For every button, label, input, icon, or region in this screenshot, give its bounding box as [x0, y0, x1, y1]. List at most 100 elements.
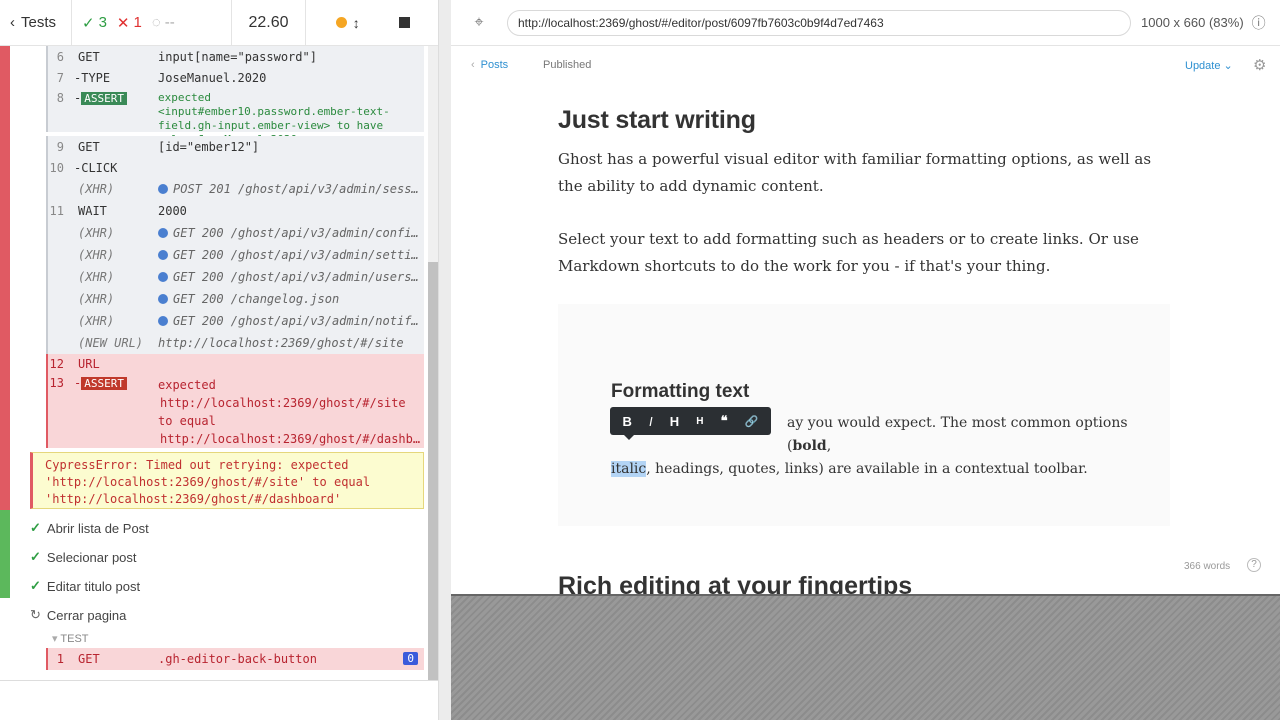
- info-icon[interactable]: ⓘ: [1252, 13, 1266, 33]
- check-icon: ✓: [30, 520, 41, 535]
- cmd-num: 6: [56, 50, 64, 64]
- assert-word: expected: [158, 91, 211, 104]
- command-row[interactable]: 1 GET .gh-editor-back-button 0: [46, 648, 424, 670]
- pending-count: --: [164, 14, 175, 31]
- reporter-footer: [0, 680, 438, 720]
- section-label: TEST: [60, 633, 89, 645]
- test-item[interactable]: ✓ Selecionar post: [30, 549, 137, 565]
- cmd-msg: GET 200 /ghost/api/v3/admin/notif…: [158, 314, 424, 328]
- assert-word: expected: [158, 378, 216, 392]
- chevron-left-icon: ‹: [471, 59, 475, 71]
- cypress-runner: ‹ Tests ✓ 3 ✕ 1 ◌ -- 22.60 ↕ 6 GET input…: [0, 0, 1280, 720]
- command-row[interactable]: 12 URL: [46, 354, 424, 374]
- card-text: , headings, quotes, links) are available…: [646, 461, 1088, 477]
- running-dot-icon: [335, 17, 347, 28]
- cmd-msg: JoseManuel.2020: [158, 71, 267, 85]
- test-title: Abrir lista de Post: [46, 520, 149, 536]
- cmd-num: 9: [56, 140, 64, 154]
- url-bar[interactable]: http://localhost:2369/ghost/#/editor/pos…: [507, 9, 1131, 36]
- assert-badge: ASSERT: [81, 377, 127, 390]
- viewport-size: 1000 x 660: [1141, 15, 1206, 30]
- cmd-name: (XHR): [78, 182, 115, 196]
- autoscroll-toggle[interactable]: ↕: [335, 15, 360, 31]
- link-icon[interactable]: 🔗: [745, 415, 759, 428]
- reporter-panel: ‹ Tests ✓ 3 ✕ 1 ◌ -- 22.60 ↕ 6 GET input…: [0, 0, 440, 720]
- cmd-msg: GET 200 /ghost/api/v3/admin/confi…: [158, 226, 424, 240]
- quote-icon[interactable]: ❝: [721, 413, 728, 429]
- xhr-dot-icon: [158, 294, 168, 304]
- card-line-2: italic, headings, quotes, links) are ava…: [611, 458, 1151, 481]
- subheading-icon[interactable]: H: [696, 416, 703, 427]
- cmd-name: - ASSERT: [68, 376, 158, 448]
- selector-playground-icon[interactable]: ⌖: [451, 14, 507, 32]
- cmd-num: 7: [56, 71, 64, 85]
- heading-icon[interactable]: H: [670, 414, 679, 429]
- fail-indicator: [0, 46, 10, 510]
- paragraph[interactable]: Ghost has a powerful visual editor with …: [558, 146, 1178, 200]
- aut-header: ⌖ http://localhost:2369/ghost/#/editor/p…: [451, 0, 1280, 46]
- viewport-background: [451, 594, 1280, 720]
- xhr-row[interactable]: (XHR) POST 201 /ghost/api/v3/admin/sess…: [46, 178, 424, 200]
- tests-button[interactable]: ‹ Tests: [0, 0, 72, 46]
- xhr-text: POST 201 /ghost/api/v3/admin/sess…: [173, 182, 419, 196]
- command-row[interactable]: 9 GET [id="ember12"]: [46, 136, 424, 158]
- xhr-row[interactable]: (XHR) GET 200 /ghost/api/v3/admin/users…: [46, 266, 424, 288]
- passed-count: 3: [98, 14, 107, 31]
- assert-subject: http://localhost:2369/ghost/#/site: [160, 396, 406, 410]
- command-row[interactable]: 6 GET input[name="password"]: [46, 46, 424, 68]
- viewport-info[interactable]: 1000 x 660 (83%): [1141, 15, 1244, 30]
- cmd-msg: GET 200 /changelog.json: [158, 292, 424, 306]
- chevron-down-icon: ⌄: [1223, 60, 1233, 72]
- help-icon[interactable]: ?: [1247, 558, 1261, 572]
- refresh-icon: ↻: [30, 607, 41, 622]
- check-icon: ✓: [30, 549, 41, 564]
- cmd-name: - ASSERT: [68, 91, 158, 132]
- settings-gear-icon[interactable]: ⚙: [1253, 56, 1266, 74]
- test-section-header[interactable]: ▾ TEST: [52, 632, 89, 645]
- card-text: ay you would expect. The most common opt…: [787, 415, 1128, 454]
- xhr-text: GET 200 /ghost/api/v3/admin/notif…: [173, 314, 419, 328]
- posts-label: Posts: [480, 59, 509, 71]
- back-to-posts-link[interactable]: ‹ Posts: [471, 59, 508, 71]
- command-row[interactable]: 7 -TYPE JoseManuel.2020: [46, 68, 424, 88]
- xhr-row[interactable]: (XHR) GET 200 /ghost/api/v3/admin/notif…: [46, 310, 424, 332]
- formatting-toolbar: B I H H ❝ 🔗: [610, 407, 771, 440]
- xhr-text: GET 200 /ghost/api/v3/admin/confi…: [173, 226, 419, 240]
- stop-icon[interactable]: [399, 17, 411, 28]
- update-button[interactable]: Update ⌄: [1185, 59, 1233, 72]
- error-line: CypressError: Timed out retrying: expect…: [45, 458, 349, 472]
- cmd-name: (XHR): [78, 292, 115, 306]
- command-row[interactable]: 10 -CLICK: [46, 158, 424, 178]
- xhr-row[interactable]: (XHR) GET 200 /ghost/api/v3/admin/confi…: [46, 222, 424, 244]
- panel-resizer[interactable]: [438, 0, 451, 720]
- assert-verb: to equal: [158, 414, 216, 428]
- command-row[interactable]: 13 - ASSERT expected http://localhost:236…: [46, 374, 424, 448]
- cmd-msg: expected http://localhost:2369/ghost/#/s…: [158, 376, 424, 448]
- scrollbar-thumb[interactable]: [428, 262, 438, 680]
- cmd-msg: input[name="password"]: [158, 50, 317, 64]
- xhr-row[interactable]: (XHR) GET 200 /ghost/api/v3/admin/setti…: [46, 244, 424, 266]
- cmd-name: (XHR): [78, 226, 115, 240]
- italic-icon[interactable]: I: [649, 414, 653, 429]
- paragraph[interactable]: Select your text to add formatting such …: [558, 226, 1178, 280]
- bold-icon[interactable]: B: [623, 414, 632, 429]
- cmd-msg: [id="ember12"]: [158, 140, 260, 154]
- test-item[interactable]: ↻ Cerrar pagina: [30, 607, 126, 623]
- scrollbar[interactable]: [428, 46, 438, 680]
- error-line: 'http://localhost:2369/ghost/#/site' to …: [45, 475, 371, 489]
- xhr-text: GET 200 /ghost/api/v3/admin/users…: [173, 270, 419, 284]
- card-heading[interactable]: Formatting text: [611, 381, 749, 403]
- pass-indicator: [0, 510, 10, 598]
- section-heading[interactable]: Rich editing at your fingertips: [558, 572, 912, 594]
- xhr-row[interactable]: (XHR) GET 200 /changelog.json: [46, 288, 424, 310]
- card-text: ,: [826, 438, 832, 454]
- command-row[interactable]: 8 - ASSERT expected <input#ember10.passwo…: [46, 88, 424, 146]
- command-row[interactable]: 11 WAIT 2000: [46, 200, 424, 222]
- assert-badge: ASSERT: [81, 92, 127, 105]
- test-item[interactable]: ✓ Editar titulo post: [30, 578, 140, 594]
- post-heading[interactable]: Just start writing: [558, 106, 756, 135]
- test-item[interactable]: ✓ Abrir lista de Post: [30, 520, 149, 536]
- error-message[interactable]: CypressError: Timed out retrying: expect…: [30, 452, 424, 509]
- app-iframe: ‹ Posts Published Update ⌄ ⚙ Just start …: [451, 46, 1280, 594]
- new-url-row[interactable]: (NEW URL) http://localhost:2369/ghost/#/…: [46, 332, 424, 354]
